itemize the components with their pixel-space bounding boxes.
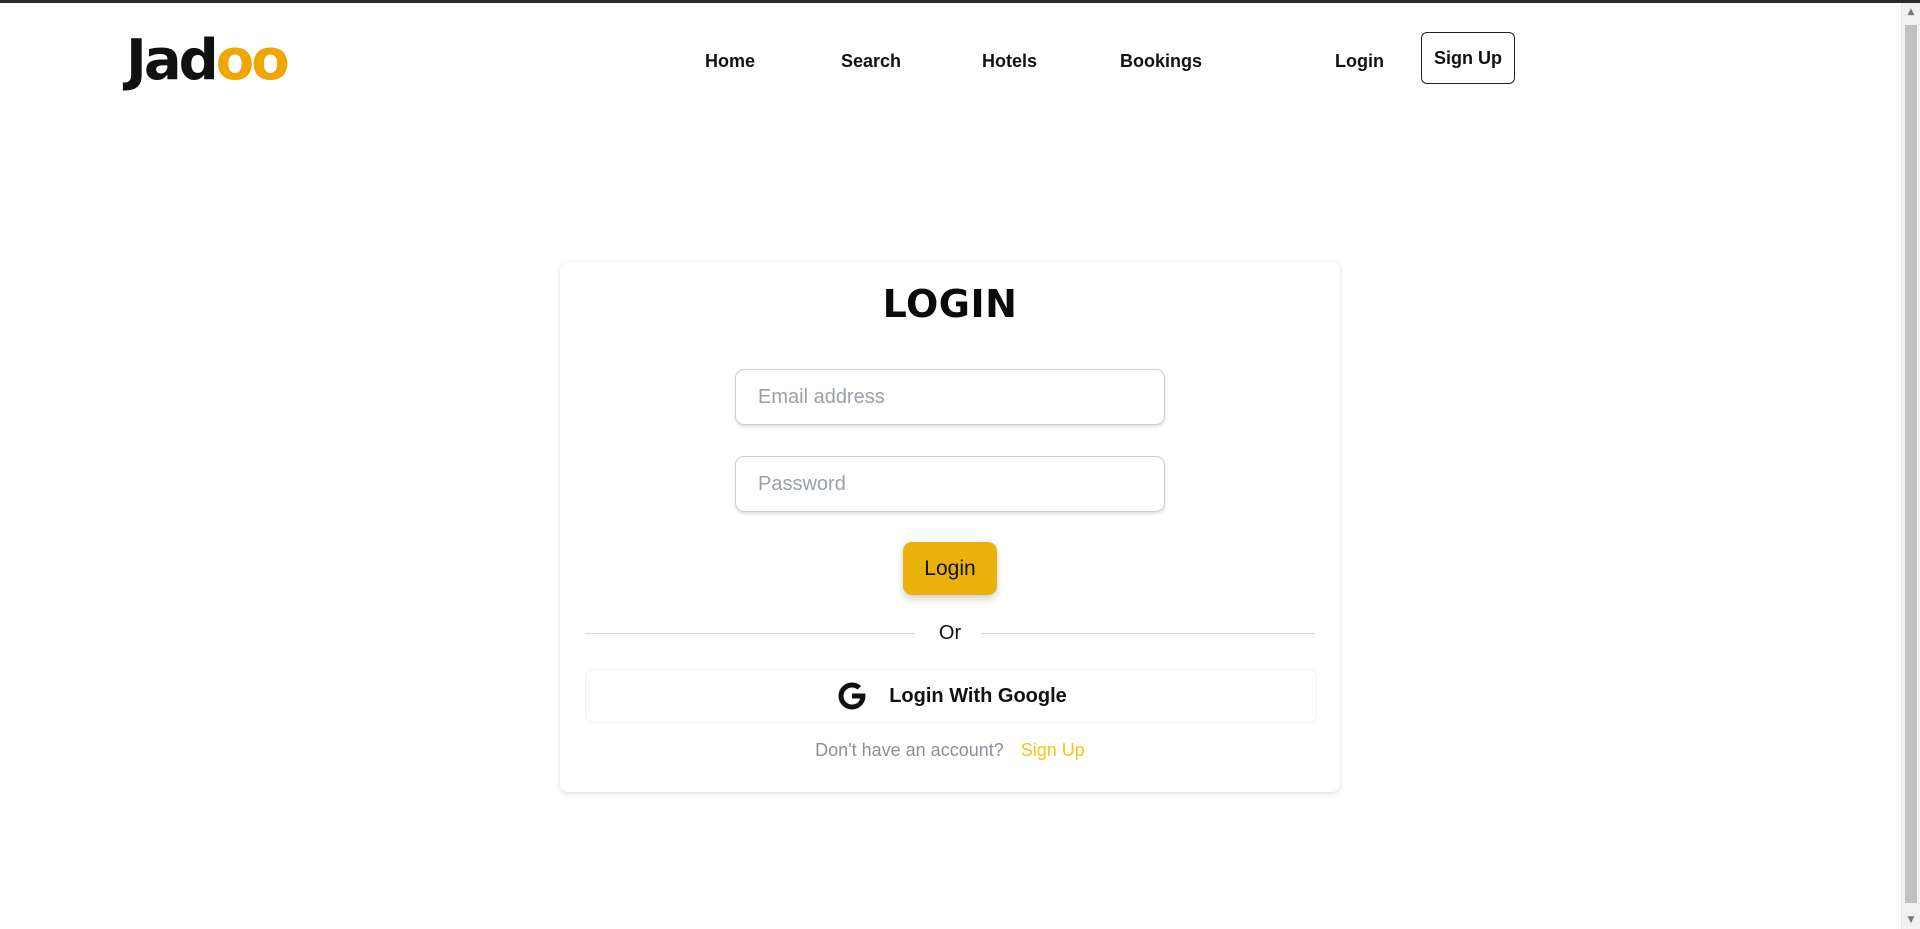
email-field[interactable] <box>735 369 1165 425</box>
nav-hotels[interactable]: Hotels <box>982 49 1037 73</box>
nav-signup-button[interactable]: Sign Up <box>1421 32 1515 84</box>
google-login-button[interactable]: Login With Google <box>585 669 1317 723</box>
login-title: LOGIN <box>882 282 1018 326</box>
signup-link[interactable]: Sign Up <box>1021 740 1085 760</box>
password-field[interactable] <box>735 456 1165 512</box>
divider-right <box>981 633 1315 634</box>
nav-search[interactable]: Search <box>841 49 901 73</box>
nav-bookings[interactable]: Bookings <box>1120 49 1202 73</box>
google-login-label: Login With Google <box>889 684 1067 707</box>
signup-prompt: Don't have an account? Sign Up <box>560 740 1340 761</box>
navbar: Jadoo Home Search Hotels Bookings Login … <box>0 3 1900 113</box>
logo-text-suffix: oo <box>215 28 290 93</box>
nav-home[interactable]: Home <box>705 49 755 73</box>
brand-logo[interactable]: Jadoo <box>126 28 290 93</box>
google-icon <box>838 682 867 710</box>
no-account-text: Don't have an account? <box>815 740 1004 760</box>
divider-left <box>585 633 915 634</box>
vertical-scrollbar[interactable]: ▲ ▼ <box>1901 3 1920 929</box>
scroll-up-arrow-icon[interactable]: ▲ <box>1902 3 1920 21</box>
login-card: LOGIN Login Or Login With Google Don't h… <box>560 262 1340 792</box>
scroll-down-arrow-icon[interactable]: ▼ <box>1902 911 1920 929</box>
scroll-thumb[interactable] <box>1905 25 1917 903</box>
login-button[interactable]: Login <box>903 542 997 595</box>
divider-or-text: Or <box>938 622 962 644</box>
logo-text-prefix: Jad <box>126 28 219 93</box>
nav-login[interactable]: Login <box>1335 49 1384 73</box>
